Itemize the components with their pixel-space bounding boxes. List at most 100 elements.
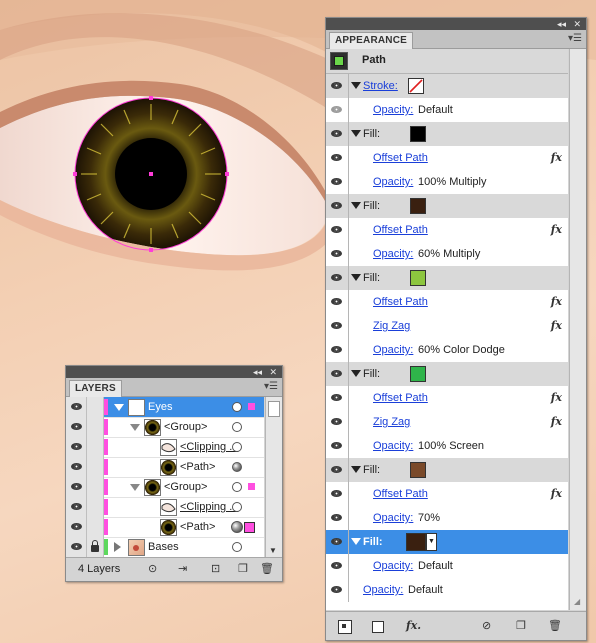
visibility-toggle[interactable]: [326, 194, 349, 218]
add-fill-icon[interactable]: [372, 621, 384, 633]
appearance-row[interactable]: Offset Path fx: [326, 146, 568, 170]
target-icon[interactable]: [232, 402, 242, 412]
target-icon[interactable]: [232, 482, 242, 492]
fill-swatch[interactable]: [410, 126, 426, 142]
tab-appearance[interactable]: APPEARANCE: [329, 32, 414, 49]
layer-row[interactable]: <Path>: [66, 457, 264, 478]
opacity-link[interactable]: Opacity:: [363, 584, 403, 596]
visibility-toggle[interactable]: [66, 437, 87, 457]
visibility-toggle[interactable]: [326, 386, 349, 410]
fill-swatch[interactable]: [410, 270, 426, 286]
disclosure-triangle-icon[interactable]: [351, 274, 361, 281]
visibility-toggle[interactable]: [326, 170, 349, 194]
eye-icon[interactable]: [331, 322, 342, 329]
appearance-row[interactable]: Opacity: 70%: [326, 506, 568, 530]
new-sublayer-icon[interactable]: ⊡: [211, 562, 220, 576]
layer-row[interactable]: <Group>: [66, 417, 264, 438]
eye-icon[interactable]: [331, 538, 342, 545]
appearance-row[interactable]: Zig Zag fx: [326, 410, 568, 434]
lock-toggle[interactable]: [87, 537, 104, 557]
effect-link[interactable]: Offset Path: [373, 152, 428, 164]
appearance-row[interactable]: Offset Path fx: [326, 290, 568, 314]
visibility-toggle[interactable]: [326, 554, 349, 578]
fill-swatch[interactable]: [406, 533, 426, 551]
opacity-link[interactable]: Opacity:: [373, 344, 413, 356]
layer-row[interactable]: <Clipping ...: [66, 497, 264, 518]
duplicate-item-icon[interactable]: ❐: [516, 619, 526, 633]
stroke-label[interactable]: Stroke:: [363, 80, 398, 92]
lock-toggle[interactable]: [87, 517, 104, 537]
opacity-link[interactable]: Opacity:: [373, 248, 413, 260]
panel-menu-icon[interactable]: ▾☰: [264, 381, 278, 393]
visibility-toggle[interactable]: [326, 98, 349, 122]
opacity-link[interactable]: Opacity:: [373, 440, 413, 452]
appearance-row[interactable]: Opacity: 100% Screen: [326, 434, 568, 458]
delete-icon[interactable]: 🗑: [548, 619, 562, 633]
collapse-icon[interactable]: ◂◂: [253, 366, 262, 378]
clear-appearance-icon[interactable]: ⊘: [482, 619, 491, 633]
visibility-toggle[interactable]: [326, 74, 349, 98]
eye-icon[interactable]: [331, 250, 342, 257]
eye-icon[interactable]: [71, 423, 82, 430]
locate-object-icon[interactable]: ⊙: [148, 562, 157, 576]
lock-toggle[interactable]: [87, 437, 104, 457]
swatch-dropdown-icon[interactable]: ▼: [426, 533, 437, 551]
panel-menu-icon[interactable]: ▾☰: [568, 33, 582, 45]
visibility-toggle[interactable]: [326, 530, 349, 554]
eye-icon[interactable]: [331, 346, 342, 353]
layer-name[interactable]: Bases: [148, 541, 179, 553]
eye-icon[interactable]: [71, 483, 82, 490]
disclosure-triangle-icon[interactable]: [351, 82, 361, 89]
eye-icon[interactable]: [331, 298, 342, 305]
opacity-link[interactable]: Opacity:: [373, 512, 413, 524]
clipping-mask-icon[interactable]: ⇥: [178, 562, 187, 576]
effect-link[interactable]: Offset Path: [373, 488, 428, 500]
visibility-toggle[interactable]: [326, 242, 349, 266]
visibility-toggle[interactable]: [326, 506, 349, 530]
eye-icon[interactable]: [71, 463, 82, 470]
eye-icon[interactable]: [331, 202, 342, 209]
visibility-toggle[interactable]: [66, 477, 87, 497]
selection-indicator[interactable]: [248, 483, 255, 490]
collapsed-triangle-icon[interactable]: [114, 542, 121, 552]
eye-icon[interactable]: [331, 490, 342, 497]
target-icon[interactable]: [232, 502, 242, 512]
visibility-toggle[interactable]: [66, 417, 87, 437]
eye-icon[interactable]: [331, 130, 342, 137]
add-effect-icon[interactable]: fx.: [406, 619, 421, 633]
appearance-row[interactable]: Fill:: [326, 266, 568, 290]
selection-indicator[interactable]: [248, 403, 255, 410]
fill-swatch[interactable]: [410, 198, 426, 214]
visibility-toggle[interactable]: [66, 537, 87, 557]
close-icon[interactable]: ✕: [573, 18, 581, 30]
appearance-row[interactable]: Opacity: 100% Multiply: [326, 170, 568, 194]
visibility-toggle[interactable]: [326, 146, 349, 170]
visibility-toggle[interactable]: [326, 314, 349, 338]
effect-link[interactable]: Zig Zag: [373, 320, 410, 332]
layer-name[interactable]: <Clipping ...: [180, 441, 238, 453]
layer-name[interactable]: <Path>: [180, 461, 215, 473]
visibility-toggle[interactable]: [66, 397, 87, 417]
opacity-link[interactable]: Opacity:: [373, 560, 413, 572]
effect-link[interactable]: Offset Path: [373, 392, 428, 404]
eye-icon[interactable]: [331, 442, 342, 449]
appearance-titlebar[interactable]: ◂◂ ✕: [326, 18, 586, 30]
layers-titlebar[interactable]: ◂◂ ✕: [66, 366, 282, 378]
lock-toggle[interactable]: [87, 457, 104, 477]
eye-icon[interactable]: [331, 514, 342, 521]
visibility-toggle[interactable]: [326, 578, 349, 602]
appearance-row[interactable]: Stroke:: [326, 74, 568, 98]
layers-scrollbar[interactable]: ▼: [265, 397, 282, 557]
new-layer-icon[interactable]: ❐: [238, 562, 248, 576]
visibility-toggle[interactable]: [66, 517, 87, 537]
scroll-thumb[interactable]: [268, 401, 280, 417]
visibility-toggle[interactable]: [66, 497, 87, 517]
lock-toggle[interactable]: [87, 397, 104, 417]
eye-icon[interactable]: [331, 106, 342, 113]
add-stroke-icon[interactable]: [338, 620, 352, 634]
visibility-toggle[interactable]: [66, 457, 87, 477]
layer-name[interactable]: Eyes: [148, 401, 172, 413]
eye-icon[interactable]: [71, 503, 82, 510]
stroke-swatch[interactable]: [408, 78, 424, 94]
visibility-toggle[interactable]: [326, 458, 349, 482]
